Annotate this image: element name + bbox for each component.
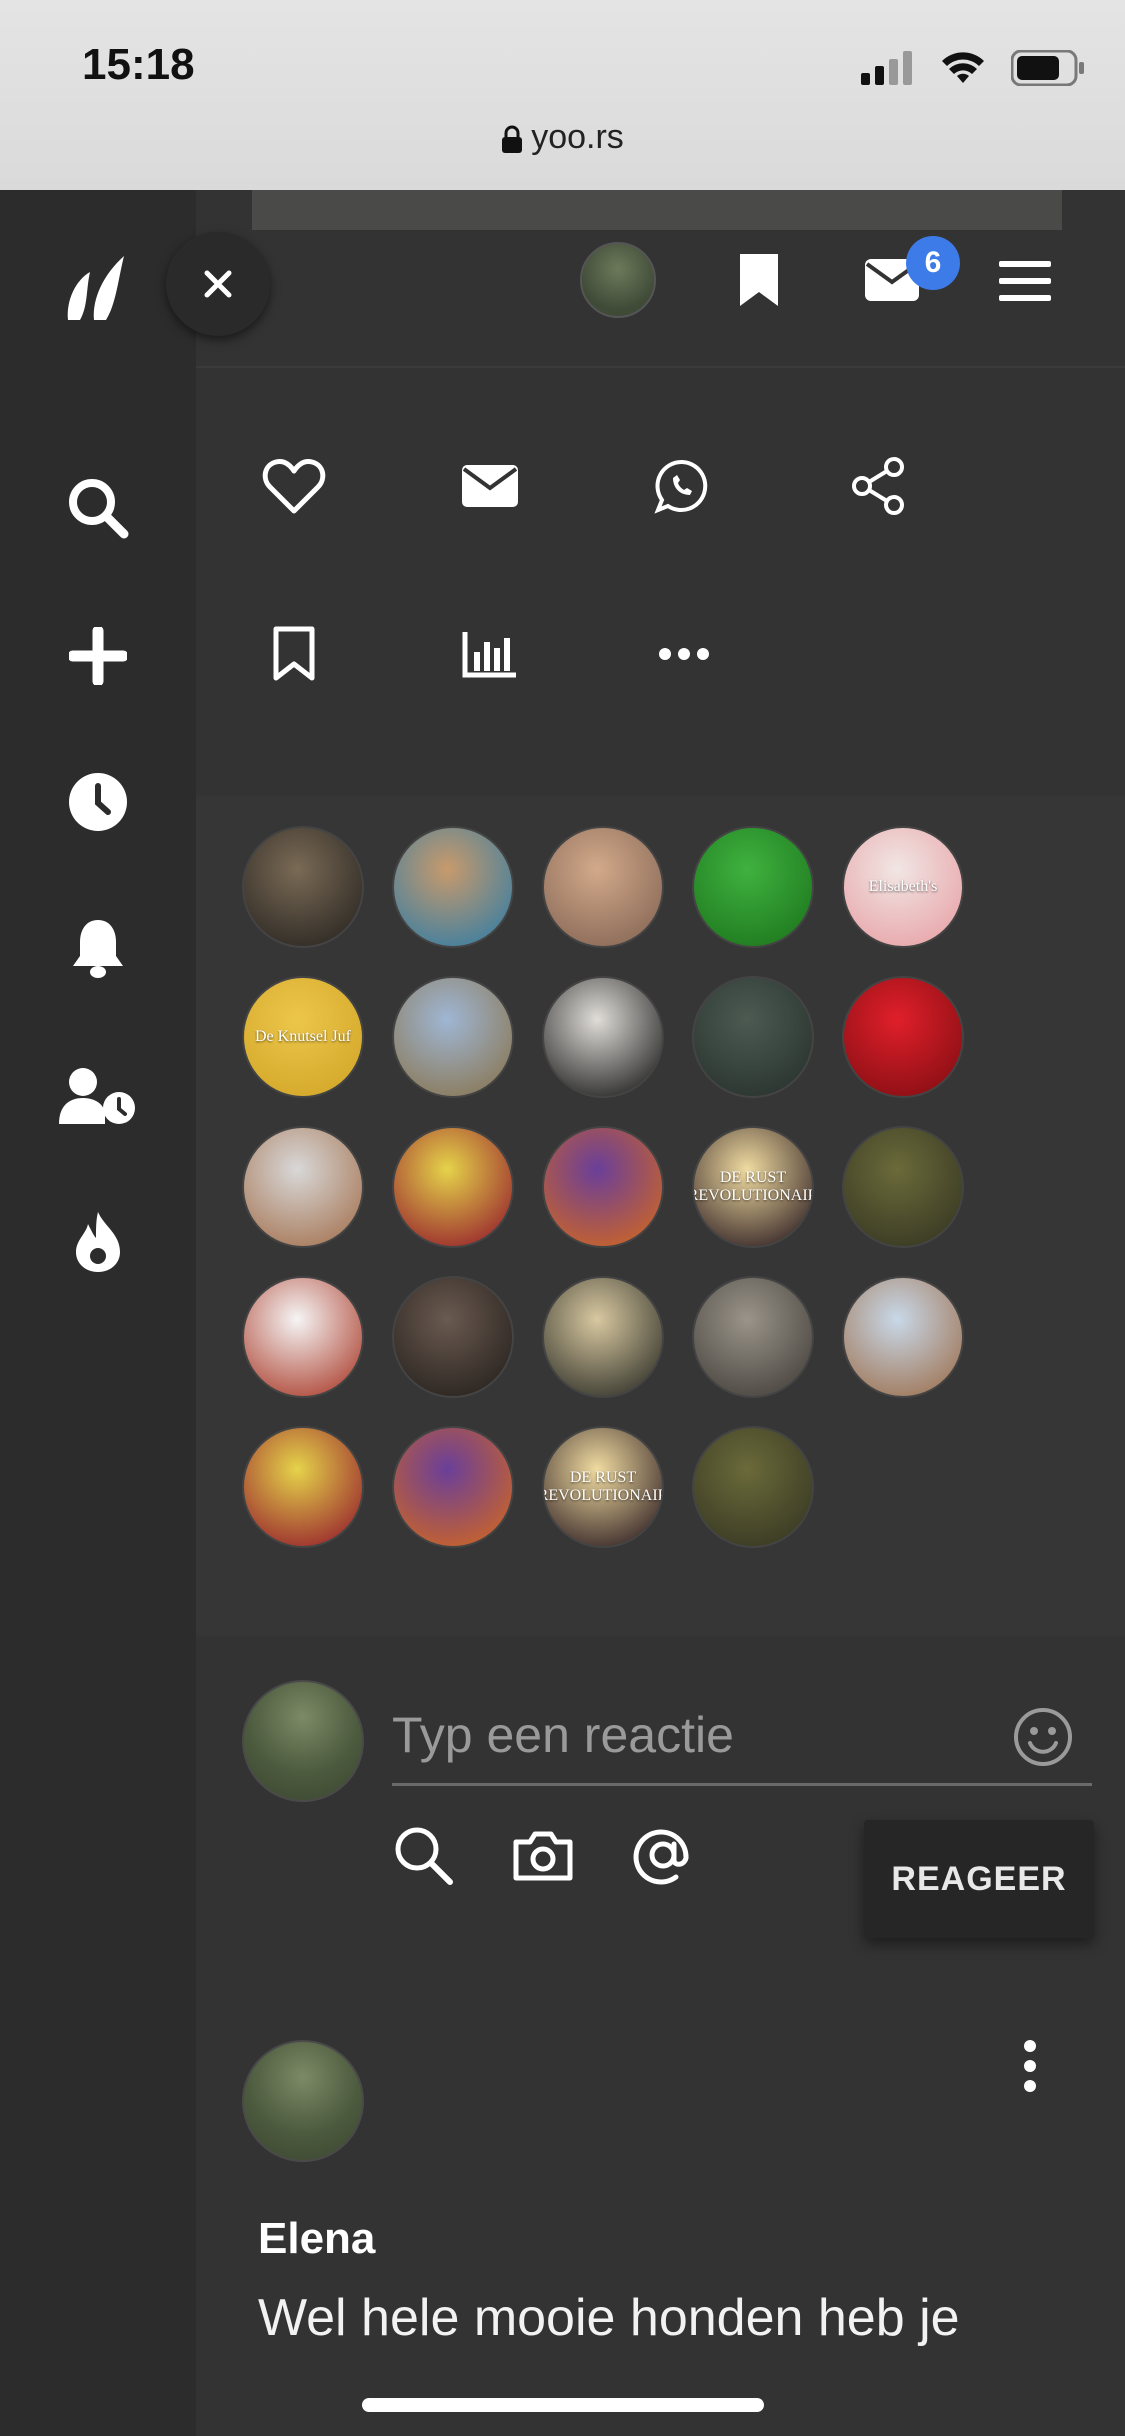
liker-avatar[interactable]: De Knutsel Juf — [242, 976, 364, 1098]
liker-avatar-text: DE RUST REVOLUTIONAIR — [692, 1169, 814, 1204]
stats-button[interactable] — [450, 614, 530, 694]
wifi-icon — [942, 52, 984, 83]
home-indicator — [362, 2398, 764, 2412]
at-sign-icon — [633, 1829, 689, 1885]
close-button[interactable] — [166, 232, 270, 336]
battery-icon — [1011, 50, 1084, 86]
mail-badge: 6 — [906, 236, 960, 290]
url-bar[interactable]: yoo.rs — [0, 118, 1125, 157]
clock-icon — [69, 773, 127, 831]
sidebar-item-following[interactable] — [58, 1056, 138, 1136]
search-icon — [395, 1827, 453, 1885]
liker-avatar[interactable] — [542, 976, 664, 1098]
smiley-icon — [1014, 1708, 1072, 1766]
comment-options-button[interactable] — [1010, 2036, 1050, 2096]
emoji-button[interactable] — [1012, 1706, 1074, 1768]
comment-author[interactable]: Elena — [258, 2214, 375, 2264]
plus-icon — [69, 627, 127, 685]
comment-author-avatar[interactable] — [242, 2040, 364, 2162]
liker-avatar[interactable] — [692, 1276, 814, 1398]
bell-icon — [73, 920, 123, 978]
liker-avatar[interactable] — [542, 1126, 664, 1248]
mail-icon — [462, 465, 518, 507]
liker-avatar[interactable] — [392, 1426, 514, 1548]
user-clock-icon — [59, 1068, 135, 1124]
liker-avatar[interactable] — [692, 826, 814, 948]
bar-chart-icon — [462, 632, 516, 678]
heart-icon — [262, 459, 326, 514]
status-bar: 15:18 yoo.rs — [0, 0, 1125, 190]
liker-avatar[interactable] — [392, 976, 514, 1098]
signal-icon — [861, 51, 912, 85]
comment-text: Wel hele mooie honden heb je — [258, 2289, 960, 2347]
menu-button[interactable] — [998, 256, 1052, 306]
liker-avatar[interactable]: Elisabeth's — [842, 826, 964, 948]
liker-avatar-text: DE RUST REVOLUTIONAIR — [542, 1469, 664, 1504]
flame-icon — [76, 1212, 120, 1272]
share-button[interactable] — [838, 446, 918, 526]
liker-avatar[interactable] — [392, 1126, 514, 1248]
kebab-dot — [1024, 2060, 1036, 2072]
bookmark-icon — [740, 254, 778, 306]
liker-avatar[interactable] — [692, 1426, 814, 1548]
mention-button[interactable] — [628, 1820, 698, 1890]
liker-avatar[interactable] — [392, 826, 514, 948]
search-gif-button[interactable] — [388, 1820, 458, 1890]
sidebar-item-recent[interactable] — [58, 762, 138, 842]
liker-avatar-text: Elisabeth's — [868, 878, 938, 895]
comment-item — [196, 1966, 1125, 2436]
more-options-button[interactable] — [644, 614, 724, 694]
liker-avatar[interactable] — [242, 1426, 364, 1548]
current-user-avatar — [242, 1680, 364, 1802]
kebab-dot — [1024, 2080, 1036, 2092]
whatsapp-share-button[interactable] — [642, 446, 722, 526]
liker-avatar[interactable] — [542, 1276, 664, 1398]
sidebar-item-search[interactable] — [58, 468, 138, 548]
kebab-dot — [1024, 2040, 1036, 2052]
ellipsis-icon — [659, 648, 709, 660]
save-button[interactable] — [254, 614, 334, 694]
liker-avatar[interactable] — [842, 1126, 964, 1248]
close-icon — [204, 270, 232, 298]
liker-avatar[interactable]: DE RUST REVOLUTIONAIR — [542, 1426, 664, 1548]
liker-avatar[interactable] — [242, 1126, 364, 1248]
status-icons — [861, 50, 1085, 86]
submit-comment-button[interactable]: REAGEER — [864, 1820, 1094, 1938]
liker-avatar[interactable] — [842, 976, 964, 1098]
share-icon — [852, 457, 904, 515]
liker-avatar[interactable] — [242, 1276, 364, 1398]
bookmark-nav-button[interactable] — [734, 248, 784, 312]
sidebar-item-add[interactable] — [58, 616, 138, 696]
comment-input[interactable]: Typ een reactie — [392, 1690, 1092, 1786]
profile-avatar[interactable] — [580, 242, 656, 318]
logo-icon[interactable] — [60, 250, 136, 326]
lock-icon — [502, 125, 523, 154]
sidebar-item-notifications[interactable] — [58, 908, 138, 988]
post-image-strip — [252, 190, 1062, 230]
liker-avatar[interactable] — [542, 826, 664, 948]
liker-avatar[interactable] — [692, 976, 814, 1098]
search-icon — [69, 479, 129, 539]
liker-avatar[interactable] — [842, 1276, 964, 1398]
sidebar-item-trending[interactable] — [58, 1202, 138, 1282]
camera-icon — [513, 1831, 573, 1881]
bookmark-outline-icon — [273, 626, 315, 681]
photo-upload-button[interactable] — [508, 1820, 578, 1890]
comment-placeholder: Typ een reactie — [392, 1707, 734, 1763]
post-actions — [196, 370, 1125, 796]
like-button[interactable] — [254, 446, 334, 526]
url-text: yoo.rs — [531, 118, 624, 156]
liker-avatar[interactable]: DE RUST REVOLUTIONAIR — [692, 1126, 814, 1248]
email-share-button[interactable] — [450, 446, 530, 526]
hamburger-icon — [999, 261, 1051, 301]
liker-avatar-text: De Knutsel Juf — [255, 1028, 351, 1045]
liker-avatar[interactable] — [392, 1276, 514, 1398]
top-bar — [196, 190, 1125, 368]
status-time: 15:18 — [82, 40, 195, 89]
whatsapp-icon — [654, 459, 708, 514]
liker-avatar[interactable] — [242, 826, 364, 948]
